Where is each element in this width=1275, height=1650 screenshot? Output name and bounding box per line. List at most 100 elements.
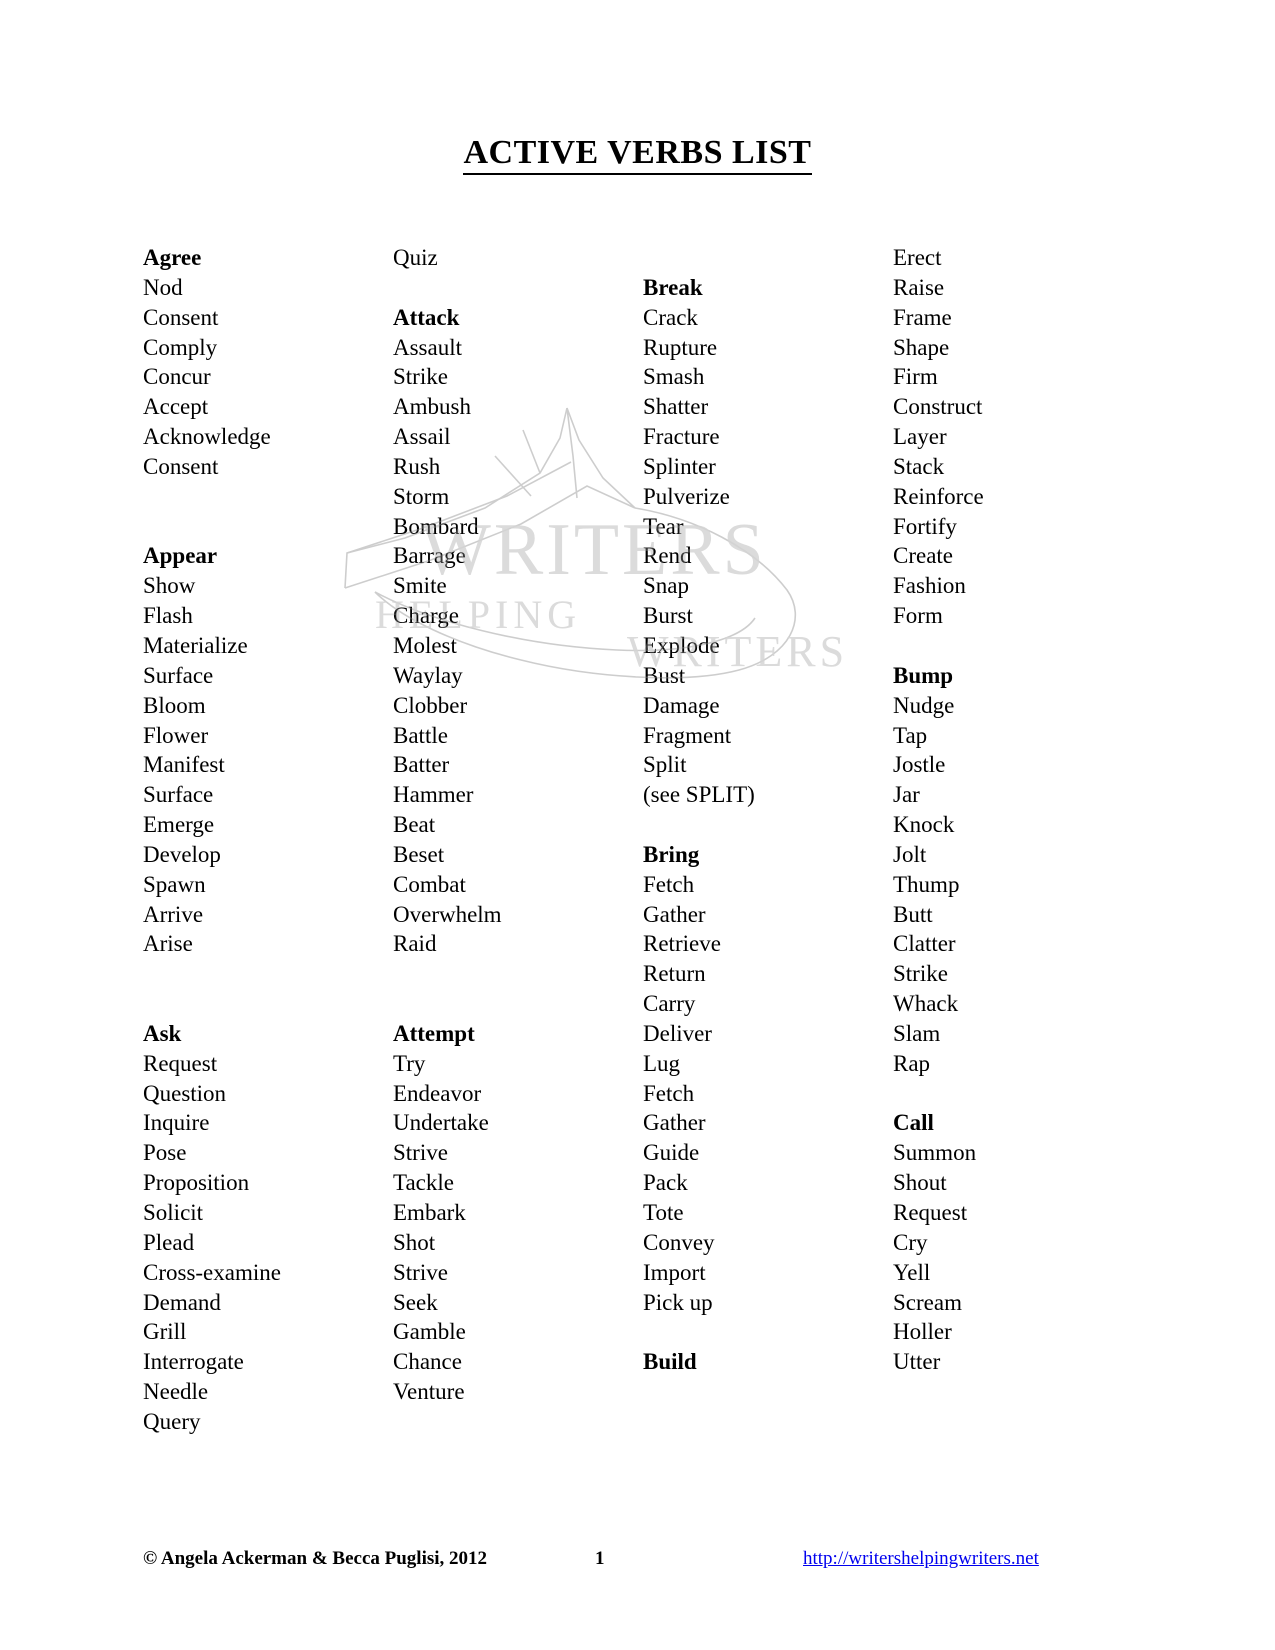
verb-item: Quiz [393,245,438,270]
verb-item: Gamble [393,1319,466,1345]
verb-item: Bust [643,662,686,688]
verb-item: Pick up [643,1289,713,1315]
verb-item: Fashion [893,573,966,599]
verb-item: Tackle [393,1170,454,1196]
verb-group-heading: Ask [143,1020,182,1046]
verb-item: Batter [393,752,450,778]
verb-item: Snap [643,573,689,599]
verb-item: Summon [893,1140,977,1166]
verb-item: Query [143,1408,201,1434]
verb-item: Smite [393,573,447,599]
verb-item: Nod [143,274,183,300]
verb-item: Consent [143,453,219,479]
verb-item: Beat [393,812,436,838]
verb-item: Shout [893,1170,947,1196]
verb-item: Assault [393,334,462,360]
verb-item: Strike [393,364,448,390]
verb-item: Cry [893,1229,928,1255]
verb-column-1: Agree Nod Consent Comply Concur Accept Acknowl… [143,243,393,1437]
verb-item: Return [643,961,706,987]
verb-column-2: Quiz Attack Assault Strike Ambush Assail Rush… [393,243,643,1407]
verb-item: Tote [643,1200,684,1225]
verb-spacer [393,959,643,989]
verb-group-heading: Bump [893,662,954,688]
verb-item: Erect [893,245,942,270]
verb-column-3: Break Crack Rupture Smash Shatter Fracture Spl… [643,243,893,1377]
verb-item: Scream [893,1289,962,1315]
verb-spacer [393,273,643,303]
verb-item: Needle [143,1379,209,1405]
verb-item: Fracture [643,424,720,450]
verb-item: Concur [143,364,211,390]
verb-spacer [143,512,393,542]
verb-item: Construct [893,394,983,420]
verb-item: Shape [893,334,950,360]
verb-item: Cross-examine [143,1259,281,1285]
verb-item: Fortify [893,513,957,539]
verb-item: Slam [893,1020,941,1046]
verb-item: Lug [643,1050,681,1076]
verb-item: Strive [393,1259,448,1285]
verb-item: Beset [393,841,445,867]
verb-item: Grill [143,1319,187,1345]
verb-item: Battle [393,722,448,748]
verb-spacer [143,482,393,512]
verb-item: Rap [893,1050,931,1076]
verb-spacer [393,989,643,1019]
verb-item: Raid [393,931,437,957]
verb-item: Frame [893,304,952,330]
verb-group-heading: Attack [393,304,460,330]
verb-spacer [143,989,393,1019]
verb-item: Rush [393,453,441,479]
verb-columns: Agree Nod Consent Comply Concur Accept Acknowl… [143,243,1143,1437]
verb-item: Proposition [143,1170,250,1196]
verb-item: Acknowledge [143,424,271,450]
verb-item: Raise [893,274,945,300]
verb-item: Reinforce [893,483,984,509]
verb-item: Manifest [143,752,225,778]
verb-item: Layer [893,424,947,450]
verb-item: Import [643,1259,706,1285]
verb-item: Splinter [643,453,716,479]
verb-item: Pose [143,1140,187,1166]
verb-item: Develop [143,841,221,867]
verb-item: Gather [643,1110,706,1136]
verb-item: Show [143,573,196,599]
verb-item: Yell [893,1259,931,1285]
verb-item: Bloom [143,692,206,718]
verb-item: Shot [393,1229,436,1255]
verb-item: Convey [643,1229,715,1255]
verb-item: Retrieve [643,931,721,957]
verb-item: Clobber [393,692,468,718]
verb-item: (see SPLIT) [643,782,755,808]
verb-item: Tear [643,513,684,539]
verb-item: Request [143,1050,218,1076]
verb-item: Hammer [393,782,474,808]
footer-website-link[interactable]: http://writershelpingwriters.net [803,1548,1039,1570]
page-title: ACTIVE VERBS LIST [0,134,1275,175]
page-title-text: ACTIVE VERBS LIST [463,134,812,175]
verb-group-heading: Build [643,1349,697,1375]
verb-item: Embark [393,1200,466,1225]
verb-item: Pack [643,1170,688,1196]
verb-item: Crack [643,304,698,330]
verb-item: Emerge [143,812,215,838]
verb-group-heading: Bring [643,841,700,867]
verb-item: Shatter [643,394,709,420]
verb-item: Plead [143,1229,195,1255]
verb-spacer [643,243,893,273]
verb-item: Seek [393,1289,438,1315]
verb-item: Jar [893,782,920,808]
verb-item: Question [143,1080,227,1106]
verb-item: Arrive [143,901,204,927]
verb-item: Endeavor [393,1080,482,1106]
verb-item: Split [643,752,687,778]
page-footer: © Angela Ackerman & Becca Puglisi, 2012 … [143,1548,1133,1576]
verb-item: Combat [393,871,466,897]
verb-item: Burst [643,603,693,629]
verb-spacer [643,810,893,840]
verb-item: Molest [393,632,457,658]
verb-item: Strike [893,961,948,987]
verb-item: Flower [143,722,209,748]
verb-item: Venture [393,1379,465,1405]
